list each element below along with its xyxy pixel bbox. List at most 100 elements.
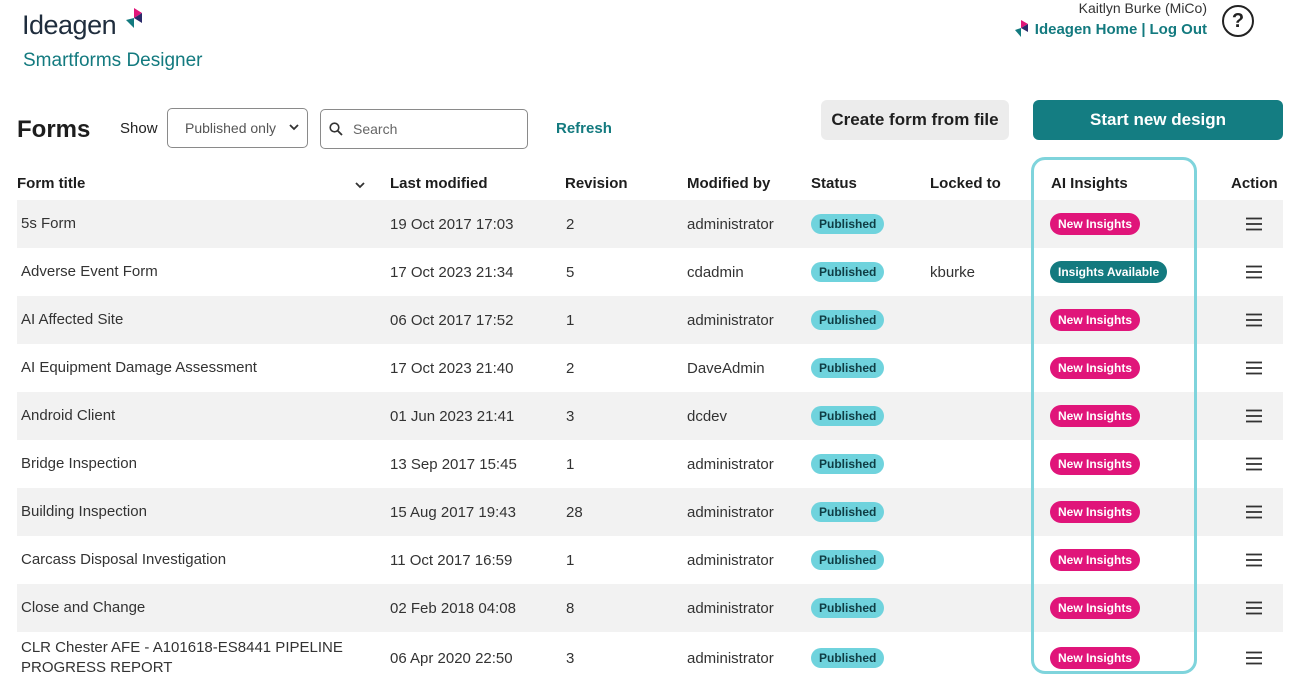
table-row[interactable]: Bridge Inspection 13 Sep 2017 15:45 1 admin…: [17, 440, 1283, 488]
action-cell[interactable]: [1246, 632, 1262, 679]
search-input[interactable]: [353, 121, 513, 137]
form-title-cell[interactable]: AI Equipment Damage Assessment: [21, 344, 361, 392]
ai-insights-cell[interactable]: New Insights: [1050, 536, 1141, 584]
col-header-ai-insights[interactable]: AI Insights: [1051, 175, 1128, 192]
action-cell[interactable]: [1246, 488, 1262, 536]
show-label: Show: [120, 120, 158, 137]
new-insights-badge[interactable]: New Insights: [1050, 405, 1141, 427]
create-form-from-file-button[interactable]: Create form from file: [821, 100, 1009, 140]
new-insights-badge[interactable]: New Insights: [1050, 357, 1141, 379]
last-modified: 17 Oct 2023 21:34: [390, 263, 514, 281]
new-insights-badge[interactable]: New Insights: [1050, 309, 1141, 331]
col-header-locked-to[interactable]: Locked to: [930, 175, 1001, 192]
hamburger-menu-icon[interactable]: [1246, 457, 1262, 471]
hamburger-menu-icon[interactable]: [1246, 217, 1262, 231]
table-row[interactable]: 5s Form 19 Oct 2017 17:03 2 administrator Pu…: [17, 200, 1283, 248]
new-insights-badge[interactable]: New Insights: [1050, 549, 1141, 571]
table-row[interactable]: Adverse Event Form 17 Oct 2023 21:34 5 cdad…: [17, 248, 1283, 296]
new-insights-badge[interactable]: New Insights: [1050, 213, 1141, 235]
modified-by: administrator: [687, 649, 774, 667]
action-cell[interactable]: [1246, 536, 1262, 584]
form-title[interactable]: Adverse Event Form: [21, 262, 158, 282]
hamburger-menu-icon[interactable]: [1246, 651, 1262, 665]
hamburger-menu-icon[interactable]: [1246, 601, 1262, 615]
form-title[interactable]: Carcass Disposal Investigation: [21, 550, 226, 570]
hamburger-menu-icon[interactable]: [1246, 409, 1262, 423]
ai-insights-cell[interactable]: New Insights: [1050, 296, 1141, 344]
last-modified: 02 Feb 2018 04:08: [390, 599, 516, 617]
form-title[interactable]: Building Inspection: [21, 502, 147, 522]
ai-insights-cell[interactable]: New Insights: [1050, 584, 1141, 632]
action-cell[interactable]: [1246, 440, 1262, 488]
form-title[interactable]: Android Client: [21, 406, 115, 426]
col-header-form-title[interactable]: Form title: [17, 175, 85, 192]
form-title[interactable]: Bridge Inspection: [21, 454, 137, 474]
form-title[interactable]: AI Affected Site: [21, 310, 123, 330]
status-badge: Published: [811, 502, 885, 522]
table-row[interactable]: Carcass Disposal Investigation 11 Oct 201…: [17, 536, 1283, 584]
insights-available-badge[interactable]: Insights Available: [1050, 261, 1168, 283]
ai-insights-cell[interactable]: New Insights: [1050, 488, 1141, 536]
ideagen-home-link[interactable]: Ideagen Home: [1035, 21, 1138, 38]
table-row[interactable]: Building Inspection 15 Aug 2017 19:43 28 ad…: [17, 488, 1283, 536]
col-header-revision[interactable]: Revision: [565, 175, 628, 192]
table-row[interactable]: AI Affected Site 06 Oct 2017 17:52 1 admini…: [17, 296, 1283, 344]
product-name: Smartforms Designer: [23, 50, 203, 71]
col-header-modified-by[interactable]: Modified by: [687, 175, 770, 192]
form-title-cell[interactable]: Carcass Disposal Investigation: [21, 536, 361, 584]
form-title-cell[interactable]: CLR Chester AFE - A101618-ES8441 PIPELIN…: [21, 632, 361, 679]
table-row[interactable]: Close and Change 02 Feb 2018 04:08 8 admini…: [17, 584, 1283, 632]
revision: 1: [566, 551, 575, 569]
ai-insights-cell[interactable]: Insights Available: [1050, 248, 1168, 296]
action-cell[interactable]: [1246, 248, 1262, 296]
form-title[interactable]: CLR Chester AFE - A101618-ES8441 PIPELIN…: [21, 638, 361, 678]
modified-by-cell: administrator: [687, 488, 774, 536]
help-button[interactable]: ?: [1222, 5, 1254, 37]
logout-link[interactable]: Log Out: [1150, 21, 1207, 38]
action-cell[interactable]: [1246, 392, 1262, 440]
hamburger-menu-icon[interactable]: [1246, 505, 1262, 519]
form-title[interactable]: AI Equipment Damage Assessment: [21, 358, 257, 378]
form-title-cell[interactable]: Adverse Event Form: [21, 248, 361, 296]
refresh-link[interactable]: Refresh: [556, 120, 612, 137]
form-title-cell[interactable]: AI Affected Site: [21, 296, 361, 344]
last-modified-cell: 17 Oct 2023 21:34: [390, 248, 513, 296]
action-cell[interactable]: [1246, 584, 1262, 632]
hamburger-menu-icon[interactable]: [1246, 265, 1262, 279]
new-insights-badge[interactable]: New Insights: [1050, 501, 1141, 523]
action-cell[interactable]: [1246, 200, 1262, 248]
status-badge: Published: [811, 550, 885, 570]
form-title-cell[interactable]: Building Inspection: [21, 488, 361, 536]
sort-chevron-icon[interactable]: [355, 180, 365, 190]
status-cell: Published: [811, 632, 885, 679]
new-insights-badge[interactable]: New Insights: [1050, 597, 1141, 619]
ai-insights-cell[interactable]: New Insights: [1050, 392, 1141, 440]
status-filter-select[interactable]: Published only: [167, 108, 308, 148]
form-title-cell[interactable]: Bridge Inspection: [21, 440, 361, 488]
form-title[interactable]: Close and Change: [21, 598, 145, 618]
action-cell[interactable]: [1246, 344, 1262, 392]
locked-to: kburke: [930, 263, 976, 281]
ai-insights-cell[interactable]: New Insights: [1050, 632, 1141, 679]
new-insights-badge[interactable]: New Insights: [1050, 453, 1141, 475]
form-title-cell[interactable]: Close and Change: [21, 584, 361, 632]
form-title-cell[interactable]: 5s Form: [21, 200, 361, 248]
last-modified-cell: 17 Oct 2023 21:40: [390, 344, 513, 392]
hamburger-menu-icon[interactable]: [1246, 553, 1262, 567]
table-row[interactable]: AI Equipment Damage Assessment 17 Oct 202…: [17, 344, 1283, 392]
ai-insights-cell[interactable]: New Insights: [1050, 200, 1141, 248]
search-box[interactable]: [320, 109, 528, 149]
action-cell[interactable]: [1246, 296, 1262, 344]
col-header-last-modified[interactable]: Last modified: [390, 175, 488, 192]
start-new-design-button[interactable]: Start new design: [1033, 100, 1283, 140]
table-row[interactable]: CLR Chester AFE - A101618-ES8441 PIPELIN…: [17, 632, 1283, 679]
hamburger-menu-icon[interactable]: [1246, 361, 1262, 375]
form-title[interactable]: 5s Form: [21, 214, 76, 234]
col-header-status[interactable]: Status: [811, 175, 857, 192]
form-title-cell[interactable]: Android Client: [21, 392, 361, 440]
table-row[interactable]: Android Client 01 Jun 2023 21:41 3 dcdev Pub…: [17, 392, 1283, 440]
hamburger-menu-icon[interactable]: [1246, 313, 1262, 327]
ai-insights-cell[interactable]: New Insights: [1050, 440, 1141, 488]
new-insights-badge[interactable]: New Insights: [1050, 647, 1141, 669]
ai-insights-cell[interactable]: New Insights: [1050, 344, 1141, 392]
